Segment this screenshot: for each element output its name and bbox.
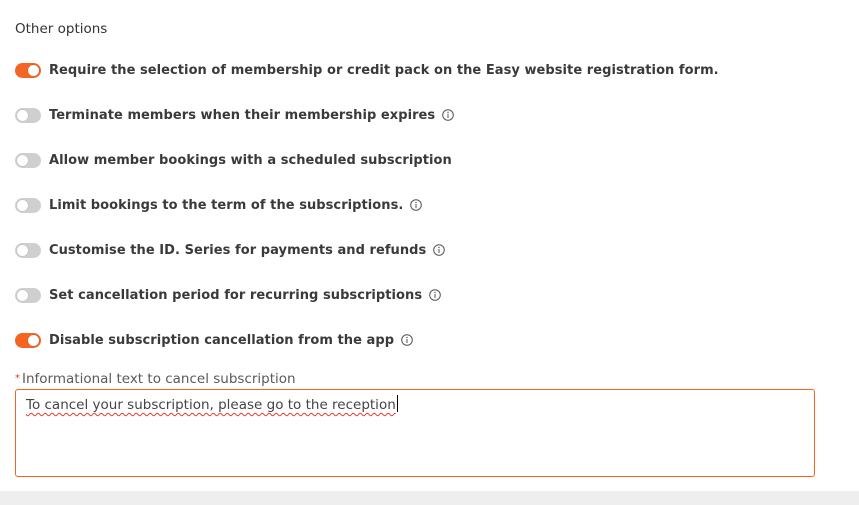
option-label: Limit bookings to the term of the subscr… [49, 197, 404, 213]
section-title: Other options [15, 21, 108, 37]
toggle-customise-id-series[interactable] [15, 242, 41, 258]
toggle-require-membership-selection[interactable] [15, 62, 41, 78]
option-customise-id-series: Customise the ID. Series for payments an… [15, 240, 446, 260]
cancel-text-textarea[interactable]: To cancel your subscription, please go t… [15, 389, 815, 477]
option-terminate-members: Terminate members when their membership … [15, 105, 455, 125]
option-label: Set cancellation period for recurring su… [49, 287, 423, 303]
option-cancellation-period: Set cancellation period for recurring su… [15, 285, 441, 305]
toggle-knob [28, 334, 39, 346]
toggle-disable-app-cancellation[interactable] [15, 332, 41, 348]
toggle-limit-bookings-term[interactable] [15, 197, 41, 213]
info-icon[interactable] [433, 244, 446, 256]
toggle-knob [17, 199, 28, 211]
option-label: Disable subscription cancellation from t… [49, 332, 395, 348]
option-label: Terminate members when their membership … [49, 107, 436, 123]
toggle-knob [17, 154, 28, 166]
toggle-knob [28, 64, 39, 76]
info-icon[interactable] [429, 289, 441, 301]
required-marker: * [15, 373, 20, 384]
info-icon[interactable] [401, 334, 413, 346]
option-require-membership-selection: Require the selection of membership or c… [15, 60, 719, 80]
option-label: Require the selection of membership or c… [49, 62, 719, 78]
toggle-knob [17, 289, 28, 301]
toggle-cancellation-period[interactable] [15, 287, 41, 303]
toggle-knob [17, 244, 28, 256]
footer-strip [0, 491, 859, 505]
other-options-panel: Other options Require the selection of m… [0, 0, 859, 491]
toggle-terminate-members[interactable] [15, 107, 41, 123]
text-caret [396, 395, 399, 412]
option-label: Allow member bookings with a scheduled s… [49, 152, 452, 168]
cancel-text-field-label: * Informational text to cancel subscripti… [15, 370, 296, 388]
cancel-text-value: To cancel your subscription, please go t… [26, 397, 396, 413]
option-allow-scheduled-bookings: Allow member bookings with a scheduled s… [15, 150, 452, 170]
cancel-text-label: Informational text to cancel subscriptio… [22, 371, 296, 387]
toggle-knob [17, 109, 28, 121]
toggle-allow-scheduled-bookings[interactable] [15, 152, 41, 168]
option-limit-bookings-term: Limit bookings to the term of the subscr… [15, 195, 423, 215]
info-icon[interactable] [442, 109, 455, 121]
info-icon[interactable] [410, 199, 423, 211]
option-label: Customise the ID. Series for payments an… [49, 242, 427, 258]
option-disable-app-cancellation: Disable subscription cancellation from t… [15, 330, 413, 350]
